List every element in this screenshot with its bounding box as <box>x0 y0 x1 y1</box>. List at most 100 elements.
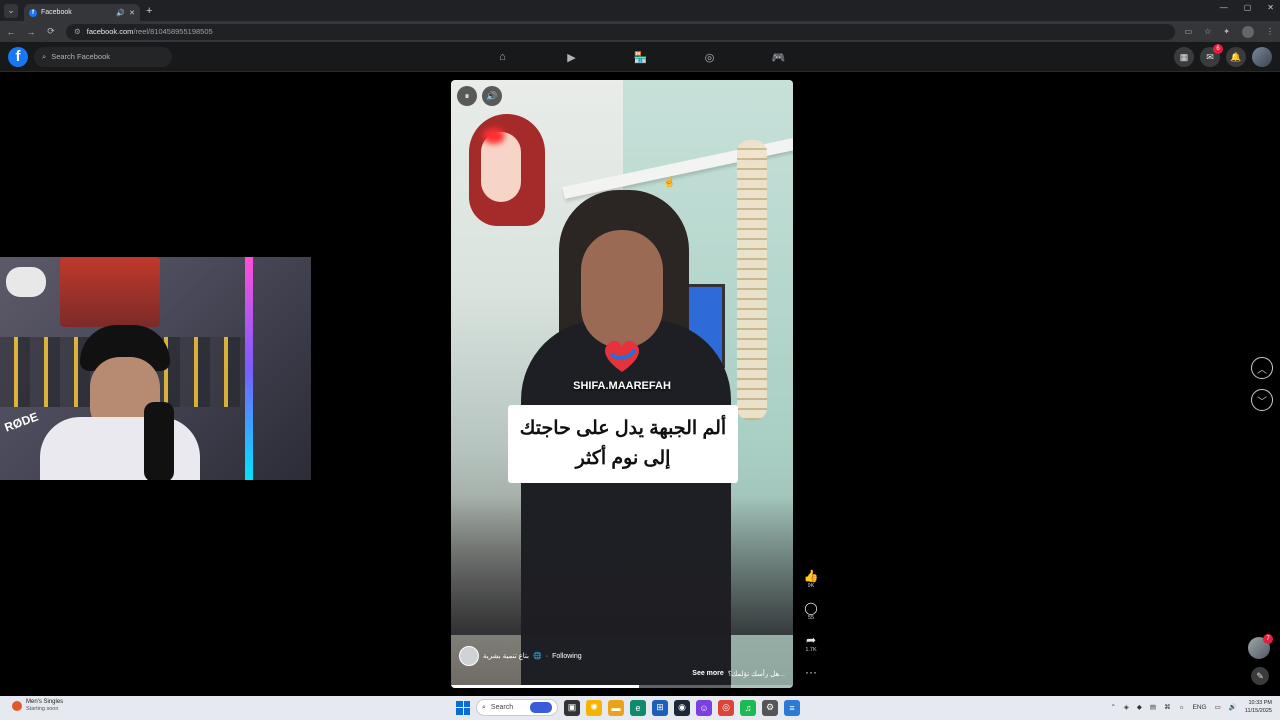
reel-watermark: SHIFA.MAAREFAH <box>573 380 671 392</box>
reel-video[interactable]: ⏸ 🔊 SHIFA.MAAREFAH ألم الجبهة يدل على حا… <box>451 80 793 688</box>
reel-author: بتاع تنمية بشرية 🌐 · Following <box>459 646 582 666</box>
widgets-button[interactable]: Men's Singles Starting soon <box>12 699 63 713</box>
back-button[interactable]: ← <box>6 27 16 37</box>
share-button[interactable]: ➦ 1.7K <box>803 633 819 653</box>
store-icon[interactable]: ⊞ <box>652 699 668 716</box>
maximize-button[interactable]: ▢ <box>1244 3 1252 12</box>
close-tab-icon[interactable]: ✕ <box>129 9 135 17</box>
reel-caption: ألم الجبهة يدل على حاجتك إلى نوم أكثر <box>508 405 738 483</box>
tray-app-icon-3[interactable]: ▤ <box>1150 703 1156 711</box>
marketplace-icon[interactable]: 🏪 <box>606 42 675 72</box>
account-avatar[interactable] <box>1252 47 1272 67</box>
volume-button[interactable]: 🔊 <box>482 86 502 106</box>
window-controls: — ▢ ✕ <box>1220 3 1274 12</box>
author-avatar[interactable] <box>459 646 479 666</box>
tray-app-icon-5[interactable]: ☼ <box>1179 704 1185 711</box>
copilot-icon[interactable]: ✺ <box>586 699 602 716</box>
new-tab-button[interactable]: + <box>146 5 152 17</box>
chat-badge: 7 <box>1263 634 1273 644</box>
presenter-face <box>581 230 663 348</box>
language-indicator[interactable]: ENG <box>1193 704 1207 711</box>
tray-app-icon-1[interactable]: ◈ <box>1124 703 1129 711</box>
groups-icon[interactable]: ◎ <box>675 42 744 72</box>
comment-count: 55 <box>807 615 815 621</box>
notepad-icon[interactable]: ≡ <box>784 699 800 716</box>
bookmark-star-icon[interactable]: ☆ <box>1204 27 1211 36</box>
controller-decor-image <box>6 267 46 297</box>
taskbar-search[interactable]: ⌕ Search <box>476 699 558 716</box>
url-path: /reel/810458955198505 <box>133 27 213 36</box>
search-placeholder: Search Facebook <box>51 52 110 61</box>
next-reel-button[interactable]: ﹀ <box>1251 389 1273 411</box>
author-name[interactable]: بتاع تنمية بشرية <box>483 652 529 660</box>
home-icon[interactable]: ⌂ <box>468 42 537 72</box>
minimize-button[interactable]: — <box>1220 3 1228 12</box>
notifications-bell-icon[interactable]: 🔔 <box>1226 47 1246 67</box>
chrome-icon[interactable]: ◎ <box>718 699 734 716</box>
discord-icon[interactable]: ☺ <box>696 699 712 716</box>
mouse-cursor-icon: ☝ <box>663 177 676 188</box>
following-label[interactable]: Following <box>552 653 582 660</box>
headache-illustration <box>469 114 545 226</box>
profile-avatar[interactable] <box>1242 25 1254 38</box>
taskbar-search-label: Search <box>490 704 514 711</box>
volume-icon[interactable]: 🔊 <box>1229 703 1237 711</box>
chevron-down-icon: ﹀ <box>1257 396 1267 408</box>
reload-button[interactable]: ⟳ <box>46 26 56 37</box>
facebook-logo[interactable]: f <box>8 46 28 67</box>
start-button[interactable] <box>456 700 470 715</box>
like-icon: 👍 <box>803 569 819 583</box>
site-info-icon[interactable]: ⚙ <box>74 27 81 36</box>
comment-button[interactable]: ◯ 55 <box>803 601 819 621</box>
steam-icon[interactable]: ◉ <box>674 699 690 716</box>
search-icon: ⌕ <box>42 51 47 61</box>
tray-expand-icon[interactable]: ⌃ <box>1110 703 1115 711</box>
messenger-icon[interactable]: ✉ 6 <box>1200 44 1223 67</box>
file-explorer-icon[interactable]: ▬ <box>608 699 624 716</box>
menu-grid-icon[interactable]: ▦ <box>1174 47 1194 67</box>
chevron-up-icon: ︿ <box>1257 364 1267 376</box>
see-more-link[interactable]: See more <box>692 670 724 678</box>
audio-icon[interactable]: 🔊 <box>116 9 125 17</box>
tray-app-icon-4[interactable]: ⌘ <box>1164 703 1171 711</box>
search-icon: ⌕ <box>482 703 486 711</box>
led-strip-image <box>245 257 253 480</box>
wall-poster-image <box>60 257 160 327</box>
previous-reel-button[interactable]: ︿ <box>1251 357 1273 379</box>
reel-description: See more هل رأسك تؤلمك؟... <box>692 670 785 678</box>
pause-button[interactable]: ⏸ <box>457 86 477 106</box>
browser-menu-icon[interactable]: ⋮ <box>1266 27 1274 36</box>
url-field[interactable]: ⚙ facebook.com/reel/810458955198505 <box>66 23 1175 40</box>
globe-icon: 🌐 <box>533 653 542 660</box>
facebook-header-right: ▦ ✉ 6 🔔 <box>1174 44 1272 67</box>
cast-icon[interactable]: ▭ <box>1185 27 1193 36</box>
extensions-icon[interactable]: ✦ <box>1223 27 1230 36</box>
share-icon: ➦ <box>805 633 817 647</box>
more-options-button[interactable]: ··· <box>803 665 819 679</box>
task-view-icon[interactable]: ▣ <box>564 699 580 716</box>
more-icon: ··· <box>805 665 817 679</box>
chat-head-avatar[interactable]: 7 <box>1248 634 1273 659</box>
widget-subtitle: Starting soon <box>26 706 59 712</box>
forward-button[interactable]: → <box>26 27 36 37</box>
browser-toolbar-right: ▭ ☆ ✦ ⋮ <box>1185 25 1274 38</box>
spotify-icon[interactable]: ♫ <box>740 699 756 716</box>
video-icon[interactable]: ▶ <box>537 42 606 72</box>
close-window-button[interactable]: ✕ <box>1267 3 1274 12</box>
clock-time: 10:33 PM <box>1248 700 1272 706</box>
gaming-icon[interactable]: 🎮 <box>744 42 813 72</box>
reel-progress-bar[interactable] <box>451 685 793 688</box>
settings-icon[interactable]: ⚙ <box>762 699 778 716</box>
tray-app-icon-2[interactable]: ◆ <box>1137 703 1142 711</box>
new-message-button[interactable]: ✎ <box>1251 667 1269 685</box>
facebook-search-input[interactable]: ⌕ Search Facebook <box>34 46 172 67</box>
clock[interactable]: 10:33 PM 11/15/2025 <box>1245 699 1272 715</box>
tab-search-icon[interactable]: ⌄ <box>4 3 18 18</box>
edge-icon[interactable]: e <box>630 699 646 716</box>
network-icon[interactable]: ▭ <box>1215 703 1221 711</box>
url-host: facebook.com <box>86 27 134 36</box>
system-tray: ⌃ ◈ ◆ ▤ ⌘ ☼ ENG ▭ 🔊 10:33 PM 11/15/2025 <box>1110 699 1272 715</box>
compose-icon: ✎ <box>1256 670 1264 681</box>
like-button[interactable]: 👍 9K <box>803 569 819 589</box>
browser-tab[interactable]: f Facebook 🔊 ✕ <box>24 4 140 21</box>
